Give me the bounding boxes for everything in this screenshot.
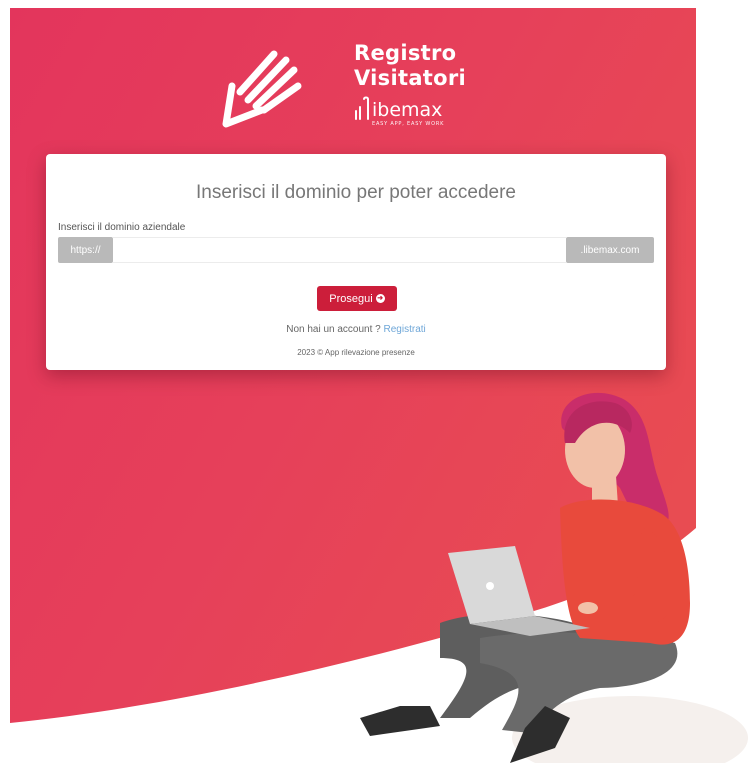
brand-tagline: EASY APP, EASY WORK bbox=[372, 121, 445, 127]
prosegui-button[interactable]: Prosegui ➜ bbox=[317, 286, 397, 311]
libemax-logo: ibemax bbox=[354, 95, 466, 121]
domain-input[interactable] bbox=[113, 237, 566, 263]
brand-block: Registro Visitatori ibemax EASY APP, EAS… bbox=[354, 41, 466, 127]
copyright-text: 2023 © App rilevazione presenze bbox=[297, 348, 415, 357]
signup-line: Non hai un account ? Registrati bbox=[46, 324, 666, 335]
https-prefix-addon: https:// bbox=[58, 237, 113, 263]
brand-title-line1: Registro bbox=[354, 41, 457, 65]
brand-title-line2: Visitatori bbox=[354, 66, 467, 90]
libemax-logo-icon bbox=[355, 96, 369, 120]
hand-pen-icon bbox=[222, 50, 302, 128]
login-card: Inserisci il dominio per poter accedere … bbox=[46, 154, 666, 370]
no-account-text: Non hai un account ? bbox=[286, 324, 381, 335]
libemax-logo-word: ibemax bbox=[372, 99, 443, 121]
arrow-circle-right-icon: ➜ bbox=[375, 294, 385, 303]
domain-label: Inserisci il dominio aziendale bbox=[58, 222, 186, 233]
woman-with-laptop-illustration bbox=[360, 392, 748, 763]
prosegui-button-label: Prosegui bbox=[329, 292, 373, 305]
register-link[interactable]: Registrati bbox=[384, 324, 426, 335]
domain-input-group: https:// .libemax.com bbox=[58, 237, 654, 263]
domain-suffix-addon: .libemax.com bbox=[566, 237, 654, 263]
card-title: Inserisci il dominio per poter accedere bbox=[196, 182, 516, 203]
